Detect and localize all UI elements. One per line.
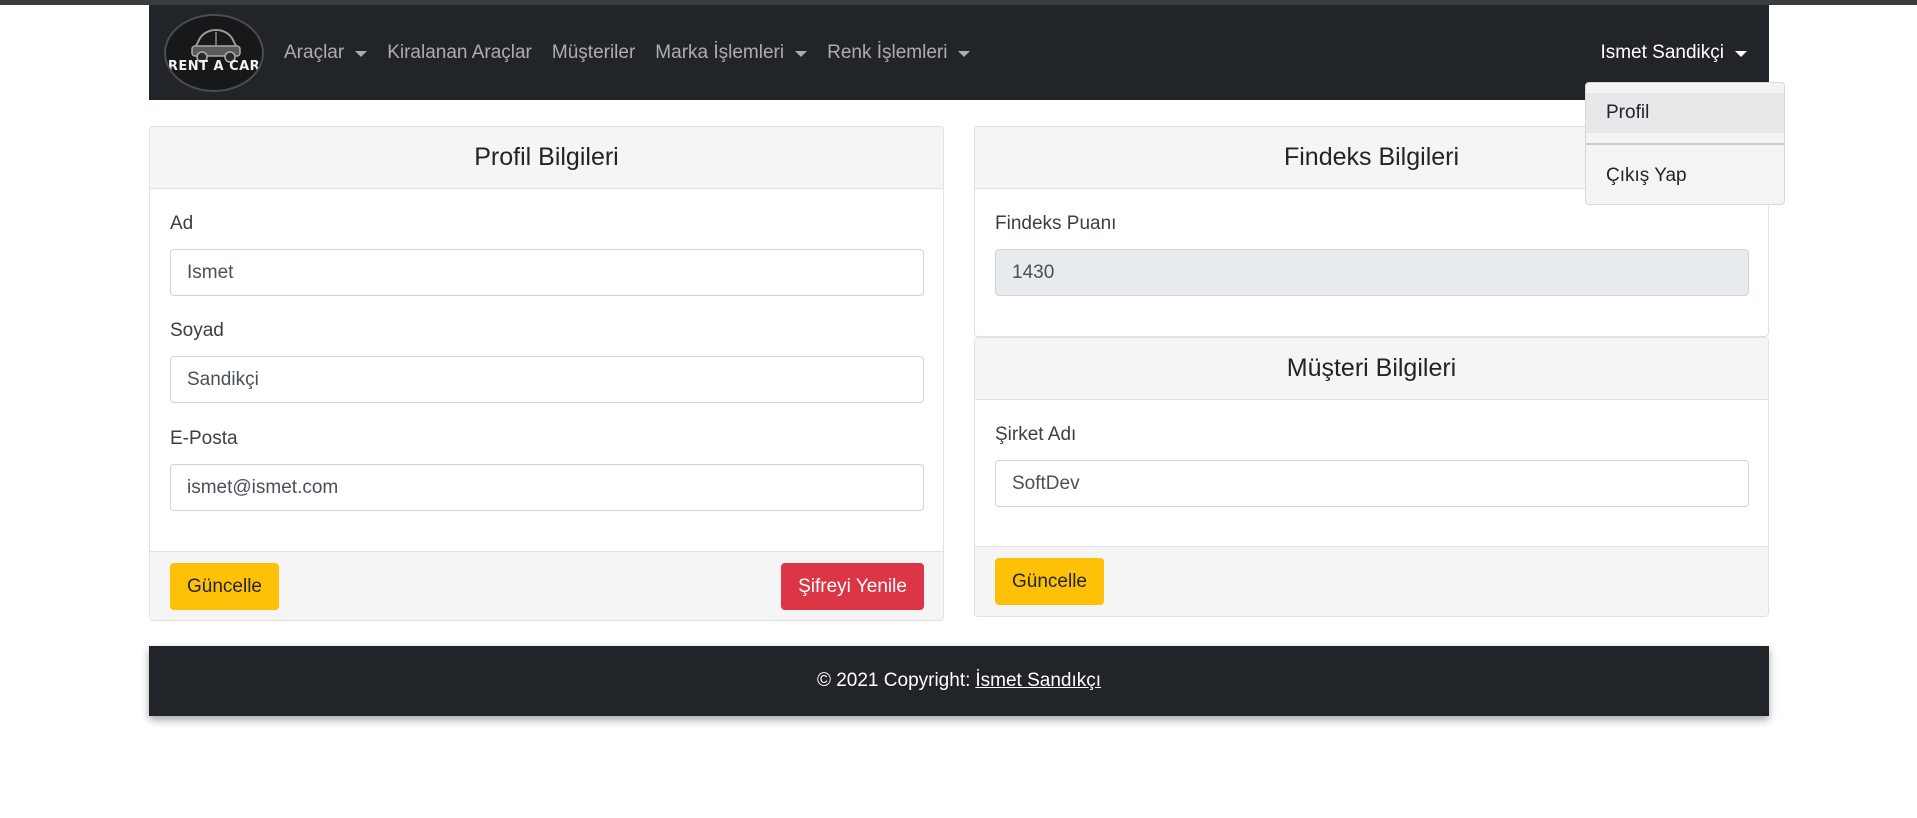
caret-down-icon	[355, 50, 368, 57]
rent-a-car-logo[interactable]: RENT A CAR	[164, 14, 264, 92]
nav-item-musteriler[interactable]: Müşteriler	[542, 42, 645, 64]
caret-down-icon	[1735, 50, 1747, 57]
dropdown-item-logout[interactable]: Çıkış Yap	[1586, 156, 1784, 196]
navbar: RENT A CAR Araçlar Kiralanan Araçlar Müş…	[149, 5, 1769, 100]
nav-item-kiralanan-araclar[interactable]: Kiralanan Araçlar	[377, 42, 542, 64]
copyright-text: © 2021 Copyright:	[816, 670, 971, 691]
customer-update-button[interactable]: Güncelle	[995, 558, 1104, 605]
last-name-input[interactable]: Sandikçi	[170, 356, 924, 403]
customer-card-footer: Güncelle	[975, 546, 1768, 616]
first-name-input[interactable]: Ismet	[170, 249, 924, 296]
author-link[interactable]: İsmet Sandıkçı	[975, 670, 1101, 692]
findeks-score-label: Findeks Puanı	[995, 213, 1117, 234]
nav-item-label: Araçlar	[284, 41, 345, 63]
customer-card-title: Müşteri Bilgileri	[975, 338, 1768, 400]
profile-card-title: Profil Bilgileri	[150, 127, 943, 189]
last-name-label: Soyad	[170, 320, 224, 341]
nav-item-marka-islemleri[interactable]: Marka İşlemleri	[645, 42, 817, 64]
profile-update-button[interactable]: Güncelle	[170, 563, 279, 610]
nav-item-renk-islemleri[interactable]: Renk İşlemleri	[817, 42, 980, 64]
reset-password-button[interactable]: Şifreyi Yenile	[781, 563, 924, 610]
findeks-score-input: 1430	[995, 249, 1749, 296]
caret-down-icon	[795, 50, 808, 57]
nav-menu: Araçlar Kiralanan Araçlar Müşteriler Mar…	[274, 5, 980, 100]
company-name-input[interactable]: SoftDev	[995, 460, 1749, 507]
customer-card: Müşteri Bilgileri Şirket Adı SoftDev Gün…	[974, 337, 1769, 617]
email-input[interactable]: ismet@ismet.com	[170, 464, 924, 511]
page-footer: © 2021 Copyright: İsmet Sandıkçı	[149, 646, 1769, 716]
nav-item-label: Renk İşlemleri	[827, 41, 948, 63]
dropdown-item-profil[interactable]: Profil	[1586, 93, 1784, 133]
logo-text: RENT A CAR	[167, 59, 261, 74]
nav-item-label: Müşteriler	[551, 41, 636, 63]
nav-item-label: Kiralanan Araçlar	[387, 41, 532, 63]
company-name-label: Şirket Adı	[995, 424, 1077, 445]
car-icon	[191, 28, 241, 63]
profile-card: Profil Bilgileri Ad Ismet Soyad Sandikçi…	[149, 126, 944, 621]
user-name: Ismet Sandikçi	[1600, 41, 1724, 63]
dropdown-divider	[1586, 143, 1784, 145]
first-name-label: Ad	[170, 213, 194, 234]
caret-down-icon	[958, 50, 971, 57]
nav-item-label: Marka İşlemleri	[655, 41, 785, 63]
profile-card-footer: Güncelle Şifreyi Yenile	[150, 551, 943, 620]
nav-item-araclar[interactable]: Araçlar	[274, 42, 377, 64]
user-dropdown-menu: Profil Çıkış Yap	[1585, 82, 1785, 205]
email-label: E-Posta	[170, 428, 238, 449]
